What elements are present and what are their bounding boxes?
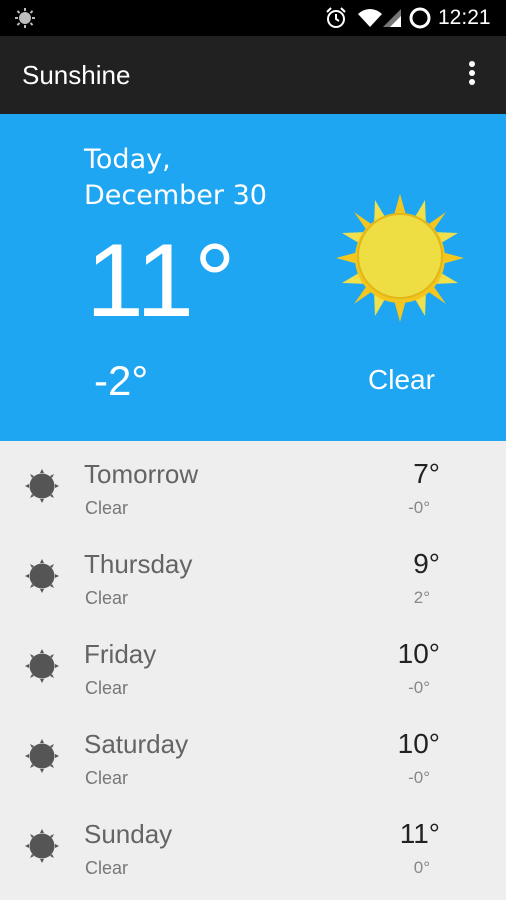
forecast-low-temp: 0°: [413, 858, 430, 877]
more-vert-icon[interactable]: [460, 58, 484, 92]
forecast-high-temp: 7°: [413, 458, 440, 489]
alarm-clock-icon: [324, 6, 348, 30]
app-toolbar: Sunshine: [0, 36, 506, 114]
forecast-day: Thursday: [84, 549, 193, 579]
forecast-row[interactable]: Tomorrow Clear 7° -0°: [0, 441, 506, 531]
forecast-condition: Clear: [85, 678, 129, 698]
forecast-condition: Clear: [85, 768, 129, 788]
clear-icon: [24, 648, 60, 684]
today-date: Today, December 30: [84, 144, 267, 211]
forecast-high-temp: 9°: [413, 548, 440, 579]
app-screen: 12:21 Sunshine Today, December 30 11° -2…: [0, 0, 506, 900]
app-title: Sunshine: [22, 60, 131, 90]
forecast-high-temp: 10°: [397, 728, 440, 759]
cell-signal-icon: [382, 8, 402, 28]
forecast-high-temp: 11°: [399, 818, 440, 849]
clear-icon: [24, 468, 60, 504]
forecast-day: Sunday: [84, 819, 173, 849]
forecast-list: Tomorrow Clear 7° -0° Thursday Clear 9° …: [0, 441, 506, 900]
forecast-low-temp: -0°: [408, 678, 430, 697]
forecast-row[interactable]: Thursday Clear 9° 2°: [0, 531, 506, 621]
battery-circle-icon: [408, 6, 432, 30]
forecast-low-temp: -0°: [408, 768, 430, 787]
forecast-row[interactable]: Friday Clear 10° -0°: [0, 621, 506, 711]
weather-notification-icon: [14, 7, 36, 29]
clear-icon: [24, 828, 60, 864]
forecast-high-temp: 10°: [397, 638, 440, 669]
today-condition: Clear: [368, 364, 435, 395]
forecast-row[interactable]: Saturday Clear 10° -0°: [0, 711, 506, 801]
today-high-temp: 11°: [86, 223, 236, 339]
forecast-condition: Clear: [85, 498, 129, 518]
status-time: 12:21: [438, 6, 491, 29]
forecast-day: Saturday: [84, 729, 189, 759]
forecast-condition: Clear: [85, 588, 129, 608]
clear-icon: [24, 558, 60, 594]
forecast-day: Tomorrow: [84, 459, 199, 489]
today-low-temp: -2°: [94, 357, 149, 404]
status-bar: 12:21: [0, 0, 506, 36]
today-forecast-panel[interactable]: Today, December 30 11° -2° Clear: [0, 114, 506, 441]
clear-icon: [24, 738, 60, 774]
forecast-condition: Clear: [85, 858, 129, 878]
forecast-low-temp: 2°: [413, 588, 430, 607]
forecast-day: Friday: [84, 639, 157, 669]
wifi-icon: [357, 7, 383, 29]
forecast-row[interactable]: Sunday Clear 11° 0°: [0, 801, 506, 891]
forecast-low-temp: -0°: [408, 498, 430, 517]
sun-icon: [334, 192, 466, 324]
